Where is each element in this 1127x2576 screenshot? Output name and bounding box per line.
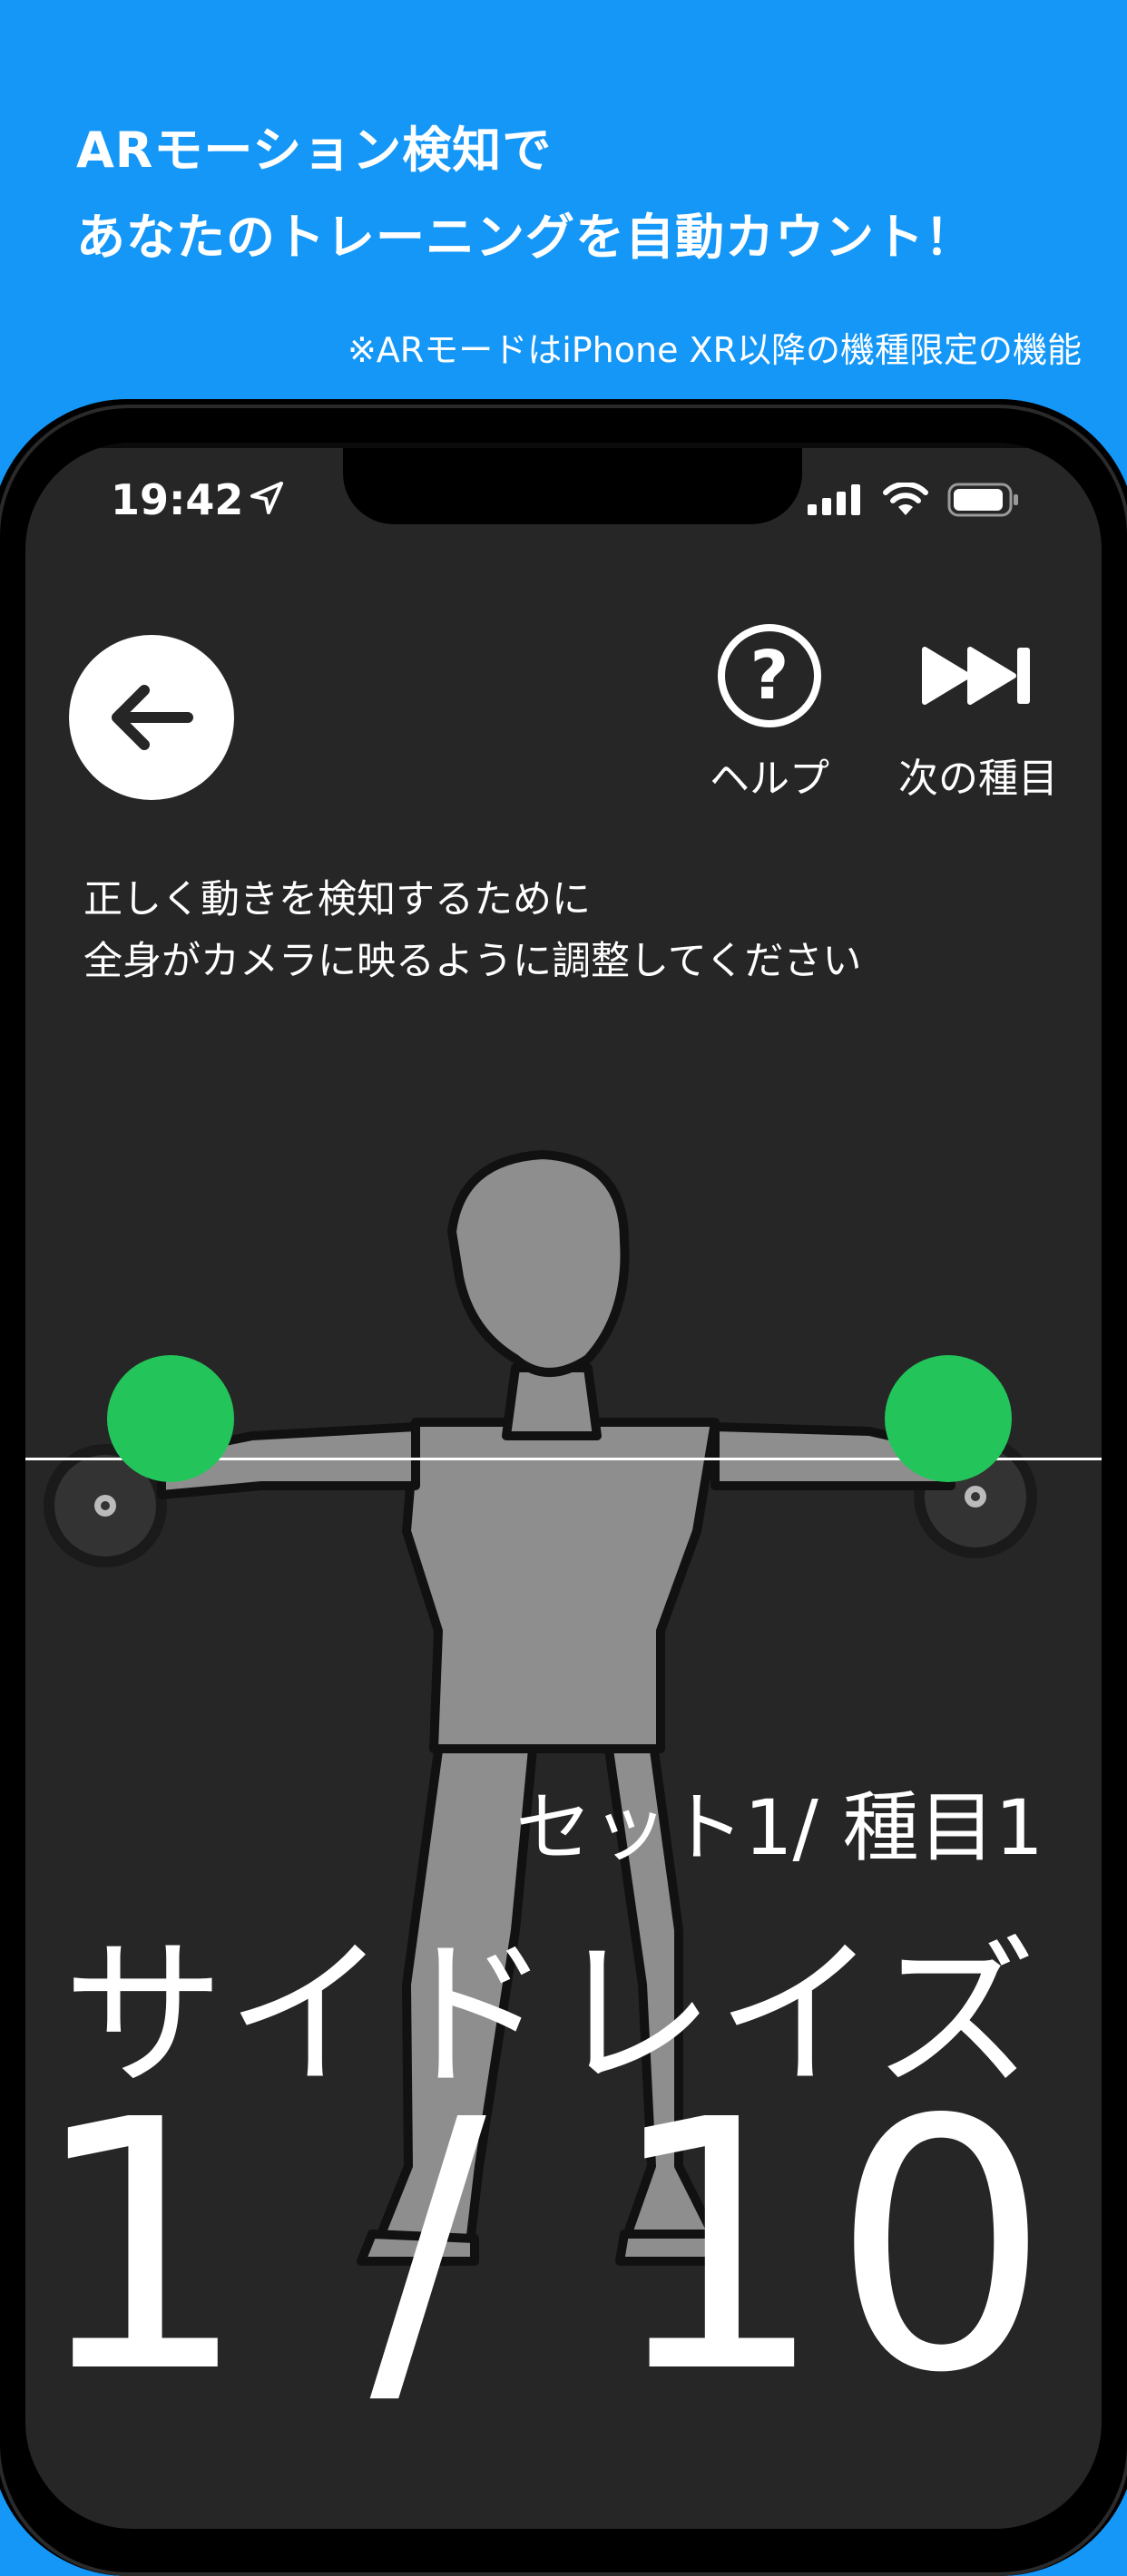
help-button[interactable]: ? ヘルプ: [670, 624, 869, 804]
left-wrist-marker: [107, 1355, 234, 1482]
phone-notch: [343, 443, 802, 524]
set-info: セット1/ 種目1: [515, 1783, 1044, 1872]
promo-note: ※ARモードはiPhone XR以降の機種限定の機能: [347, 330, 1082, 370]
promo-headline-line1: ARモーション検知で: [76, 122, 553, 179]
question-mark-icon: ?: [718, 624, 821, 727]
exercise-name: サイドレイズ: [63, 1921, 1038, 2109]
instruction-line1: 正しく動きを検知するために: [83, 877, 591, 922]
right-wrist-marker: [885, 1355, 1012, 1482]
skip-forward-icon: [922, 647, 1030, 705]
instruction-line2: 全身がカメラに映るように調整してください: [83, 939, 862, 984]
battery-icon: [947, 483, 1018, 517]
arrow-left-icon: [112, 685, 193, 750]
promo-headline: ARモーション検知で あなたのトレーニングを自動カウント！: [76, 107, 1093, 281]
app-screen: 19:42 ? ヘルプ 次の種目 正しく動きを検知するために 全身がカメラに映る…: [25, 443, 1102, 2529]
camera-instruction: 正しく動きを検知するために 全身がカメラに映るように調整してください: [83, 869, 861, 992]
back-button[interactable]: [69, 635, 234, 800]
exercise-figure-illustration: [44, 1150, 1037, 2266]
next-exercise-label: 次の種目: [898, 756, 1058, 802]
location-arrow-icon: [250, 482, 283, 514]
human-figure: [157, 1150, 956, 2266]
right-dumbbell: [914, 1435, 1037, 1558]
shoulder-guide-line: [25, 1458, 1102, 1460]
help-label: ヘルプ: [710, 756, 829, 802]
status-time: 19:42: [111, 475, 244, 524]
next-exercise-button[interactable]: 次の種目: [869, 624, 1087, 804]
cellular-signal-icon: [808, 484, 860, 515]
rep-count: 1 / 10: [30, 2046, 1056, 2448]
left-dumbbell: [44, 1444, 167, 1567]
wifi-icon: [883, 483, 928, 515]
promo-headline-line2: あなたのトレーニングを自動カウント！: [76, 209, 975, 266]
